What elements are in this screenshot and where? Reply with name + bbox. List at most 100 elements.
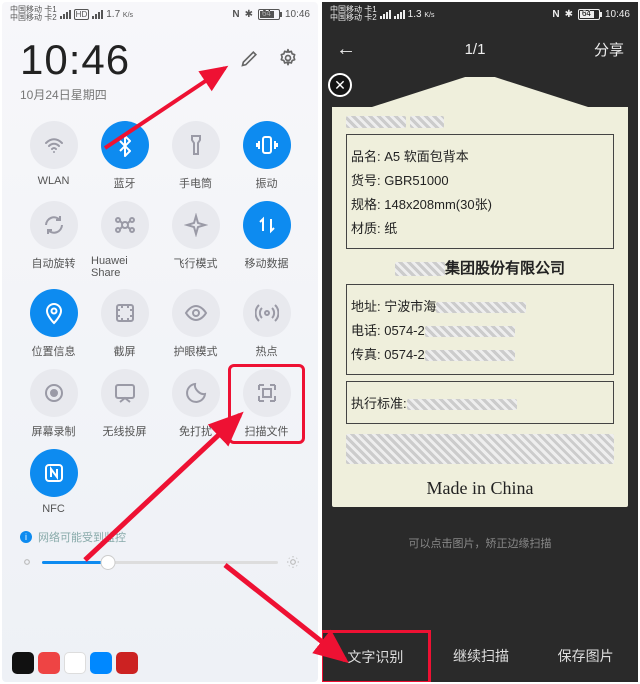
tile-label: 自动旋转	[32, 255, 76, 271]
carrier-label-r: 中国移动 卡1中国移动 卡2	[330, 6, 377, 22]
status-bar-right: 中国移动 卡1中国移动 卡2 1.3 K/s N ✱ 64 10:46	[322, 2, 638, 26]
hshare-icon	[101, 201, 149, 249]
battery-icon: 64	[258, 9, 280, 20]
tile-label: 无线投屏	[103, 423, 147, 439]
data-icon	[243, 201, 291, 249]
edit-icon[interactable]	[238, 46, 262, 70]
qs-tile-data[interactable]: 移动数据	[233, 201, 300, 279]
tile-label: 振动	[256, 175, 278, 191]
redacted-text	[346, 116, 406, 128]
qs-tile-record[interactable]: 屏幕录制	[20, 369, 87, 439]
qs-tile-location[interactable]: 位置信息	[20, 289, 87, 359]
qs-tile-bluetooth[interactable]: 蓝牙	[91, 121, 158, 191]
qs-tile-screenshot[interactable]: 截屏	[91, 289, 158, 359]
app-icon-2[interactable]	[38, 652, 60, 674]
app-icon-3[interactable]	[64, 652, 86, 674]
qs-tile-cast[interactable]: 无线投屏	[91, 369, 158, 439]
sun-dim-icon	[20, 555, 34, 569]
tile-label: WLAN	[38, 175, 70, 187]
airplane-icon	[172, 201, 220, 249]
eye-icon	[172, 289, 220, 337]
qs-tile-dnd[interactable]: 免打扰	[162, 369, 229, 439]
redacted-block	[346, 434, 614, 464]
signal-bars-icon-r	[380, 10, 391, 19]
qs-tile-scan[interactable]: 扫描文件	[228, 364, 305, 444]
qs-tile-hotspot[interactable]: 热点	[233, 289, 300, 359]
contact-box: 地址: 宁波市海 电话: 0574-2 传真: 0574-2	[346, 284, 614, 375]
flashlight-icon	[172, 121, 220, 169]
vibrate-icon	[243, 121, 291, 169]
qs-tile-hshare[interactable]: Huawei Share	[91, 201, 158, 279]
scanner-bottom-bar: 文字识别 继续扫描 保存图片	[322, 632, 638, 682]
network-monitor-notice[interactable]: i 网络可能受到监控	[20, 529, 300, 545]
screenshot-icon	[101, 289, 149, 337]
share-button[interactable]: 分享	[594, 39, 624, 60]
nfc-icon-r: N	[552, 9, 559, 20]
bluetooth-icon	[101, 121, 149, 169]
info-icon: i	[20, 531, 32, 543]
page-counter: 1/1	[465, 41, 486, 58]
qs-tile-rotate[interactable]: 自动旋转	[20, 201, 87, 279]
scanner-header: ← 1/1 分享	[322, 28, 638, 71]
tile-label: 截屏	[114, 343, 136, 359]
status-time-r: 10:46	[605, 9, 630, 20]
qs-tile-airplane[interactable]: 飞行模式	[162, 201, 229, 279]
ocr-button[interactable]: 文字识别	[322, 630, 431, 682]
battery-icon-r: 64	[578, 9, 600, 20]
qs-tile-nfc[interactable]: NFC	[20, 449, 87, 515]
notice-text: 网络可能受到监控	[38, 529, 126, 545]
tile-label: Huawei Share	[91, 255, 158, 279]
bluetooth-status-icon-r: ✱	[565, 9, 573, 20]
phone-left-quicksettings: 中国移动 卡1中国移动 卡2 HD 1.7 K/s N ✱ 64 10:46 1…	[2, 2, 318, 682]
back-arrow-icon[interactable]: ←	[336, 38, 356, 61]
nfc-icon	[30, 449, 78, 497]
tile-label: NFC	[42, 503, 65, 515]
nfc-icon: N	[232, 9, 239, 20]
tile-label: 蓝牙	[114, 175, 136, 191]
tile-label: 位置信息	[32, 343, 76, 359]
qs-tile-flashlight[interactable]: 手电筒	[162, 121, 229, 191]
status-time: 10:46	[285, 9, 310, 20]
standard-box: 执行标准:	[346, 381, 614, 424]
settings-gear-icon[interactable]	[276, 46, 300, 70]
qs-tile-eye[interactable]: 护眼模式	[162, 289, 229, 359]
panel-date: 10月24日星期四	[20, 86, 130, 103]
tile-label: 护眼模式	[174, 343, 218, 359]
net-speed-r: 1.3 K/s	[408, 9, 435, 20]
qs-tile-wifi[interactable]: WLAN	[20, 121, 87, 191]
hotspot-icon	[243, 289, 291, 337]
cast-icon	[101, 369, 149, 417]
continue-scan-button[interactable]: 继续扫描	[429, 632, 534, 682]
wifi-icon	[30, 121, 78, 169]
qs-tiles-grid: WLAN 蓝牙 手电筒 振动自动旋转 Huawei Share 飞行模式 移动数据位置信息 截…	[20, 121, 300, 515]
qs-tile-vibrate[interactable]: 振动	[233, 121, 300, 191]
tile-label: 手电筒	[179, 175, 212, 191]
tile-label: 移动数据	[245, 255, 289, 271]
scanned-document[interactable]: ✕ 品名: A5 软面包背本 货号: GBR51000 规格: 148x208m…	[332, 77, 628, 507]
company-name: 集团股份有限公司	[346, 257, 614, 278]
tile-label: 飞行模式	[174, 255, 218, 271]
phone-right-scanner: 中国移动 卡1中国移动 卡2 1.3 K/s N ✱ 64 10:46 ← 1/…	[322, 2, 638, 682]
scan-icon	[243, 369, 291, 417]
signal-bars-icon-r2	[394, 10, 405, 19]
dock-apps	[12, 652, 138, 674]
save-image-button[interactable]: 保存图片	[533, 632, 638, 682]
signal-bars-icon-2	[92, 10, 103, 19]
tile-label: 热点	[256, 343, 278, 359]
app-icon-5[interactable]	[116, 652, 138, 674]
location-icon	[30, 289, 78, 337]
made-in-china: Made in China	[346, 478, 614, 499]
close-icon[interactable]: ✕	[328, 73, 352, 97]
app-icon-4[interactable]	[90, 652, 112, 674]
scan-tip: 可以点击图片，矫正边缘扫描	[322, 535, 638, 551]
redacted-text	[410, 116, 444, 128]
app-icon-1[interactable]	[12, 652, 34, 674]
dnd-icon	[172, 369, 220, 417]
brightness-slider[interactable]	[20, 555, 300, 569]
net-badge: HD	[74, 9, 90, 20]
tile-label: 扫描文件	[245, 423, 289, 439]
rotate-icon	[30, 201, 78, 249]
net-speed: 1.7 K/s	[106, 9, 133, 20]
brightness-track[interactable]	[42, 561, 278, 564]
status-bar: 中国移动 卡1中国移动 卡2 HD 1.7 K/s N ✱ 64 10:46	[2, 2, 318, 26]
